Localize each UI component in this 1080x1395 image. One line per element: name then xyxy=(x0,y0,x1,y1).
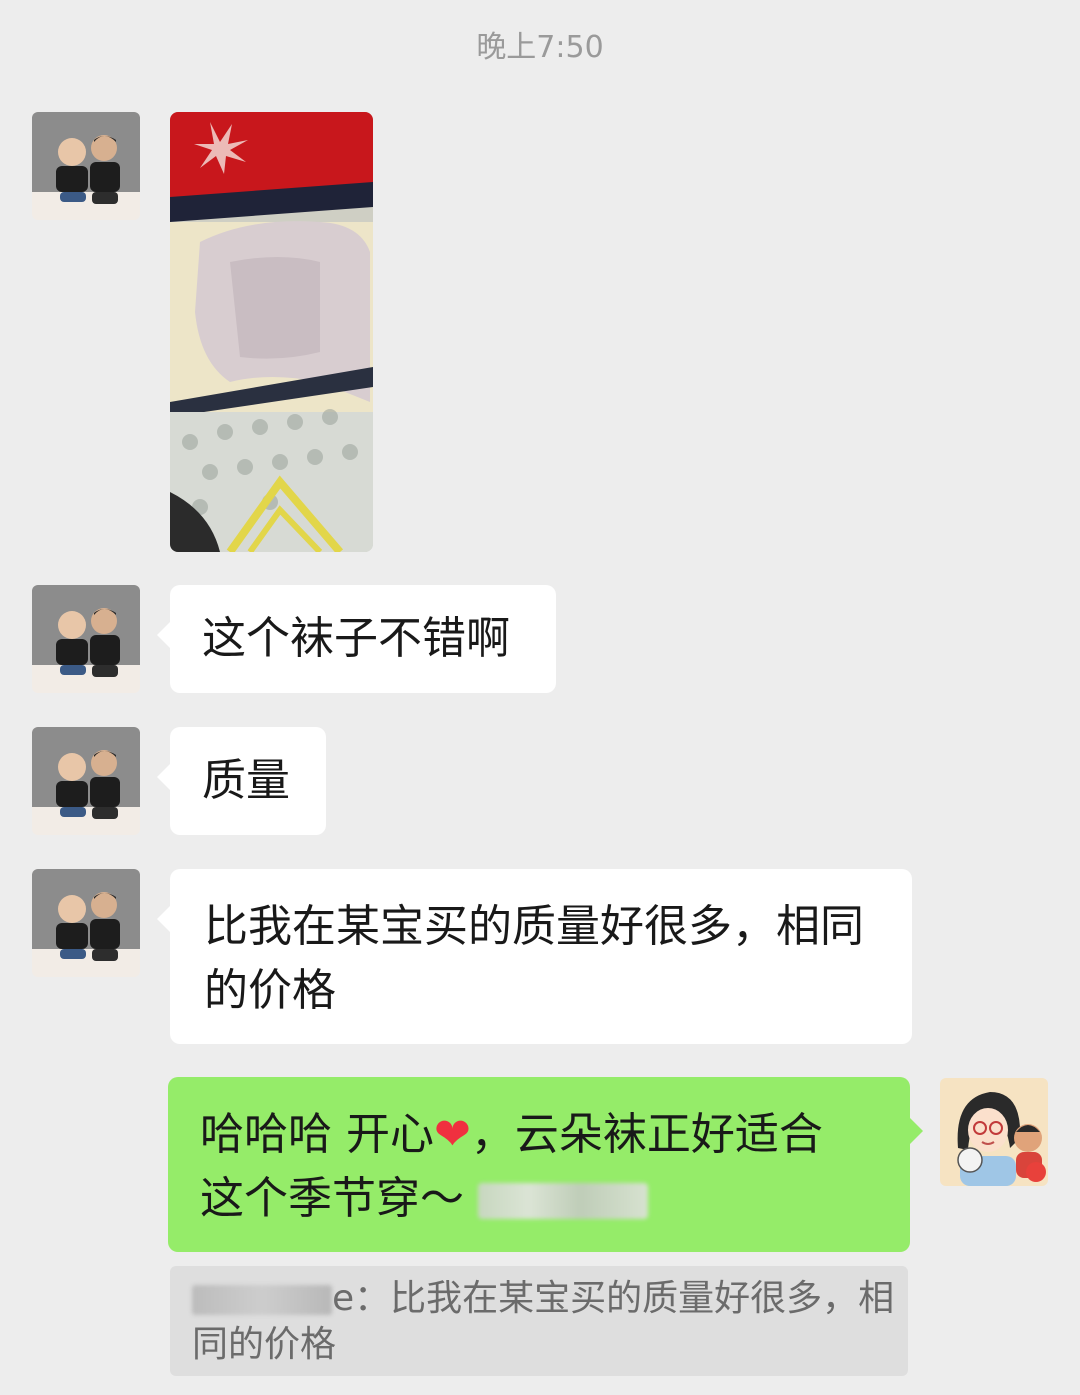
message-text-part: 这个季节穿～ xyxy=(200,1173,464,1224)
message-bubble[interactable]: 这个袜子不错啊 xyxy=(157,585,556,693)
two-kids-photo-icon xyxy=(32,112,140,220)
heart-emoji: ❤ xyxy=(434,1109,471,1160)
two-kids-photo-icon xyxy=(32,869,140,977)
two-kids-photo-icon xyxy=(32,585,140,693)
message-text-part: ，云朵袜正好适合 xyxy=(470,1109,823,1160)
redacted-text xyxy=(478,1183,648,1219)
contact-avatar[interactable] xyxy=(32,727,140,835)
contact-avatar[interactable] xyxy=(32,869,140,977)
message-text: 这个袜子不错啊 xyxy=(202,613,510,664)
message-bubble[interactable]: 比我在某宝买的质量好很多，相同 的价格 xyxy=(157,869,912,1044)
image-message[interactable] xyxy=(170,112,373,552)
quote-line: e：比我在某宝买的质量好很多，相 xyxy=(192,1276,894,1322)
message-text: 质量 xyxy=(202,755,290,806)
message-text-line: 比我在某宝买的质量好很多，相同 xyxy=(204,901,864,952)
quote-line: 同的价格 xyxy=(192,1324,337,1365)
message-text-line: 这个季节穿～ xyxy=(200,1167,878,1231)
message-text-line: 的价格 xyxy=(204,965,336,1016)
message-text-part: 哈哈哈 开心 xyxy=(200,1109,434,1160)
two-kids-photo-icon xyxy=(32,727,140,835)
contact-avatar[interactable] xyxy=(32,585,140,693)
timestamp: 晚上7:50 xyxy=(476,30,604,65)
quoted-message[interactable]: e：比我在某宝买的质量好很多，相 同的价格 xyxy=(170,1266,908,1376)
contact-avatar[interactable] xyxy=(32,112,140,220)
my-avatar[interactable] xyxy=(940,1078,1048,1186)
socks-photo-icon xyxy=(170,112,373,552)
message-text-line: 哈哈哈 开心❤，云朵袜正好适合 xyxy=(200,1103,878,1167)
outgoing-message-bubble[interactable]: 哈哈哈 开心❤，云朵袜正好适合 这个季节穿～ xyxy=(168,1077,923,1252)
message-bubble[interactable]: 质量 xyxy=(157,727,326,835)
cartoon-woman-with-kid-icon xyxy=(940,1078,1048,1186)
redacted-sender-name xyxy=(192,1285,332,1315)
quote-text: e：比我在某宝买的质量好很多，相 xyxy=(332,1278,895,1319)
